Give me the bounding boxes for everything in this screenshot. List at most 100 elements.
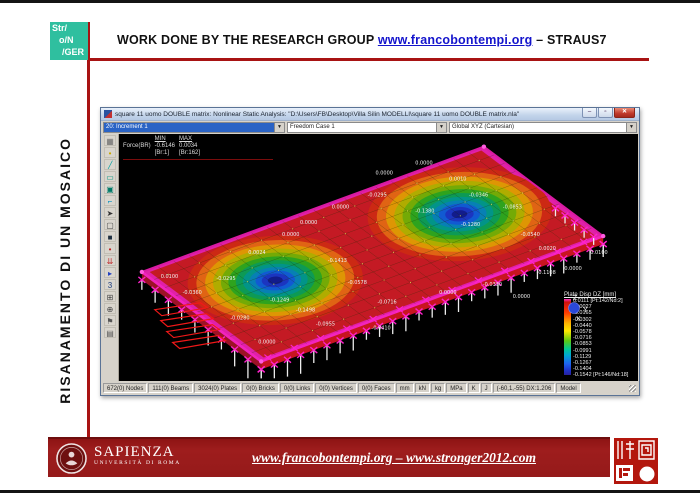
hot-point-icon[interactable]: • [104, 243, 116, 254]
node-tool-icon[interactable]: • [104, 147, 116, 158]
svg-text:0.0000: 0.0000 [332, 204, 349, 210]
restraint-icon[interactable]: ▸ [104, 267, 116, 278]
chevron-down-icon[interactable]: ▼ [274, 123, 284, 132]
status-segment[interactable]: 0(0) Faces [358, 383, 395, 393]
legend-value: -0.1542 [Pt:146/Nd:18] [573, 373, 628, 379]
svg-text:0.0000: 0.0000 [300, 220, 317, 226]
maximize-button[interactable]: ▫ [598, 108, 613, 118]
freedom-case-value[interactable]: Freedom Case 1 [288, 123, 436, 132]
red-horizontal-rule [87, 58, 649, 61]
minmax-max-value: 0.0034 [179, 143, 204, 150]
freedom-case-combo[interactable]: Freedom Case 1 ▼ [287, 122, 447, 133]
slab-corner [601, 234, 605, 238]
slide-bottom-border [0, 490, 700, 493]
status-segment[interactable]: J [481, 383, 492, 393]
overlay-divider [123, 159, 273, 160]
status-segment[interactable]: kN [415, 383, 430, 393]
stronger-logo: Str/ o/N /GER [50, 22, 88, 60]
status-segment[interactable]: 0(0) Vertices [315, 383, 357, 393]
svg-text:-0.0540: -0.0540 [521, 232, 540, 238]
status-segment[interactable]: mm [396, 383, 414, 393]
close-button[interactable]: ✕ [614, 108, 635, 118]
svg-text:0.0000: 0.0000 [415, 161, 432, 167]
model-viewport[interactable]: 0.00000.00000.0010-0.02950.0000-0.0346-0… [119, 134, 638, 381]
svg-text:0.0100: 0.0100 [161, 274, 178, 280]
window-titlebar[interactable]: square 11 uomo DOUBLE matrix: Nonlinear … [101, 108, 639, 121]
svg-text:0.0010: 0.0010 [449, 176, 466, 182]
svg-text:-0.1413: -0.1413 [328, 258, 347, 264]
status-segment[interactable]: MPa [446, 383, 466, 393]
minmax-max-ref: [Br:162] [179, 150, 204, 157]
select-grid-icon[interactable]: ▦ [104, 135, 116, 146]
minmax-row-label: Force(BR) [123, 143, 155, 150]
sapienza-logo [56, 443, 87, 474]
straus7-app-icon [104, 110, 112, 118]
beam-tool-icon[interactable]: ╱ [104, 159, 116, 170]
numbers-icon[interactable]: 3 [104, 279, 116, 290]
slab-corner [140, 270, 144, 274]
svg-text:-0.1498: -0.1498 [296, 308, 315, 314]
result-case-combo[interactable]: 20: Increment 1 ▼ [103, 122, 285, 133]
svg-text:-0.1380: -0.1380 [415, 208, 434, 214]
minimize-button[interactable]: – [582, 108, 597, 118]
sapienza-subtitle: UNIVERSITÀ DI ROMA [94, 460, 181, 467]
coord-system-value[interactable]: Global XYZ (Cartesian) [450, 123, 626, 132]
svg-text:0.0000: 0.0000 [282, 232, 299, 238]
plate-tool-icon[interactable]: ▭ [104, 171, 116, 182]
footer-links[interactable]: www.francobontempi.org – www.stronger201… [208, 450, 580, 466]
contour-legend: Plate Disp DZ [mm] 0.0111 [Pt:142/Nd:2]-… [564, 292, 636, 379]
status-segment[interactable]: kg [431, 383, 445, 393]
coord-system-combo[interactable]: Global XYZ (Cartesian) ▼ [449, 122, 637, 133]
minmax-min-value: -0.6146 [155, 143, 179, 150]
svg-text:0.0000: 0.0000 [439, 290, 456, 296]
slab-corner [482, 144, 486, 148]
result-case-value[interactable]: 20: Increment 1 [104, 123, 274, 132]
svg-text:-0.1280: -0.1280 [461, 222, 480, 228]
status-segment[interactable]: K [468, 383, 480, 393]
left-toolbar: ▦•╱▭▣⌐➤▢■•⇊▸3⊞⊕⚑▤ [102, 134, 119, 381]
svg-text:-0.1108: -0.1108 [537, 270, 556, 276]
window-body: ▦•╱▭▣⌐➤▢■•⇊▸3⊞⊕⚑▤ 0.00000.00000.0010-0.0… [102, 134, 638, 381]
link-tool-icon[interactable]: ⌐ [104, 195, 116, 206]
status-segment[interactable]: 3024(0) Plates [194, 383, 241, 393]
title-link[interactable]: www.francobontempi.org [378, 33, 533, 47]
window-title: square 11 uomo DOUBLE matrix: Nonlinear … [115, 111, 639, 118]
svg-text:0.0000: 0.0000 [513, 294, 530, 300]
svg-text:-0.0578: -0.0578 [348, 280, 367, 286]
svg-text:-0.0295: -0.0295 [216, 276, 235, 282]
status-segment[interactable]: 111(0) Beams [148, 383, 193, 393]
load-icon[interactable]: ⇊ [104, 255, 116, 266]
brick-tool-icon[interactable]: ▣ [104, 183, 116, 194]
marquee-icon[interactable]: ▢ [104, 219, 116, 230]
select-arrow-icon[interactable]: ➤ [104, 207, 116, 218]
svg-text:0.0000: 0.0000 [376, 170, 393, 176]
logo-line-3: /GER [62, 47, 84, 58]
logo-line-2: o/N [59, 35, 74, 46]
fb-seal-stamp [614, 438, 658, 484]
logo-line-1: Str/ [52, 23, 67, 34]
footer-bar: SAPIENZA UNIVERSITÀ DI ROMA www.francobo… [48, 437, 610, 477]
status-segment[interactable]: 0(0) Links [280, 383, 314, 393]
axis-y-label: Y [583, 307, 588, 314]
svg-text:-0.0346: -0.0346 [469, 192, 488, 198]
straus7-window: square 11 uomo DOUBLE matrix: Nonlinear … [100, 107, 640, 396]
status-segment[interactable]: 0(0) Bricks [242, 383, 279, 393]
slide-title: WORK DONE BY THE RESEARCH GROUP www.fran… [117, 33, 607, 47]
chevron-down-icon[interactable]: ▼ [436, 123, 446, 132]
layers-icon[interactable]: ▤ [104, 327, 116, 338]
axes-icon[interactable]: ⊕ [104, 303, 116, 314]
title-suffix: – STRAUS7 [532, 33, 606, 47]
solid-view-icon[interactable]: ■ [104, 231, 116, 242]
chevron-down-icon[interactable]: ▼ [626, 123, 636, 132]
svg-text:-0.0410: -0.0410 [372, 326, 391, 332]
sapienza-name: SAPIENZA [94, 444, 181, 460]
status-segment[interactable]: Model [556, 383, 580, 393]
flag-icon[interactable]: ⚑ [104, 315, 116, 326]
status-segment[interactable]: (-60,1,-55) DX:1.206 [493, 383, 556, 393]
svg-text:0.0020: 0.0020 [539, 246, 556, 252]
status-segment[interactable]: 672(0) Nodes [103, 383, 147, 393]
svg-text:0.0100: 0.0100 [590, 250, 607, 256]
model-3d-view[interactable]: 0.00000.00000.0010-0.02950.0000-0.0346-0… [119, 134, 638, 381]
grid-icon[interactable]: ⊞ [104, 291, 116, 302]
resize-grip[interactable] [628, 383, 637, 393]
